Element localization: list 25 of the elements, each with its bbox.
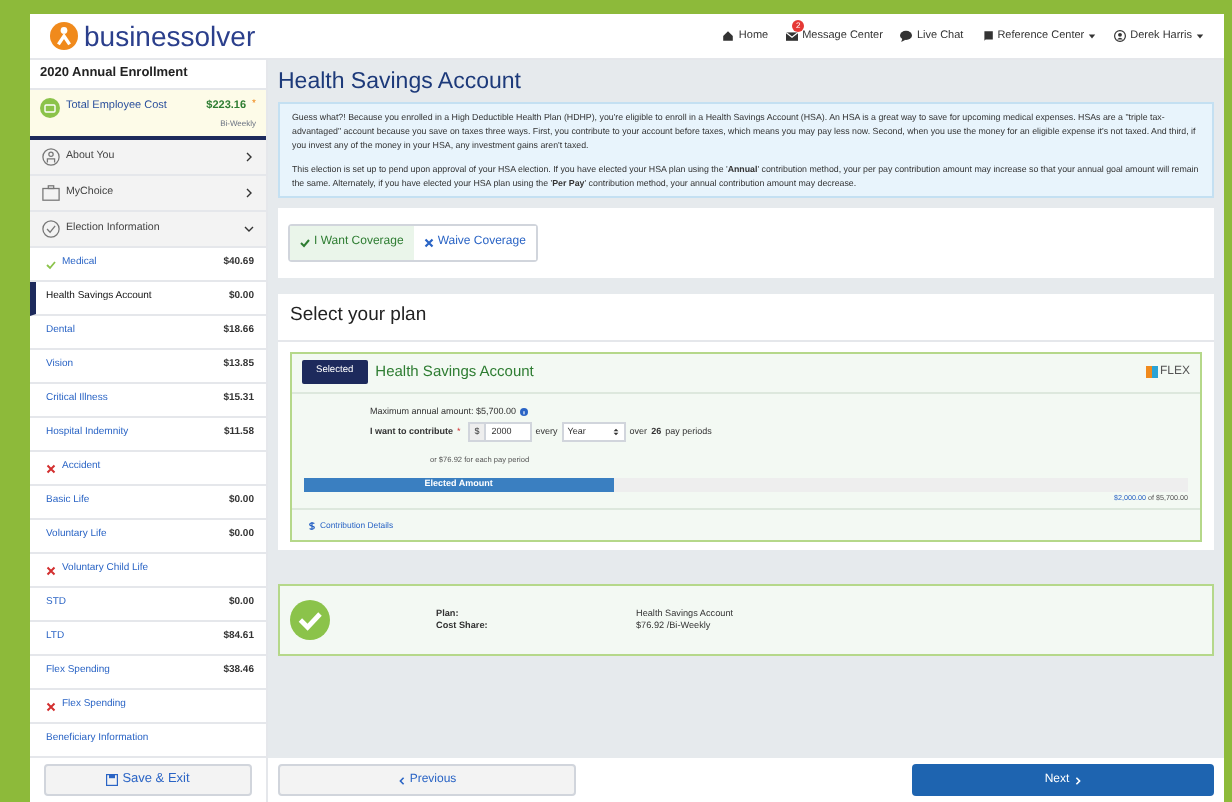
wallet-icon — [40, 97, 60, 117]
check-circle-icon — [290, 600, 330, 641]
chevron-left-icon — [397, 775, 406, 785]
flex-logo-icon — [1145, 366, 1158, 378]
x-icon — [46, 463, 56, 473]
sort-arrows-icon — [611, 428, 620, 437]
check-icon — [46, 259, 56, 269]
home-icon — [722, 30, 735, 42]
dollar-icon — [308, 519, 316, 532]
chevron-right-icon — [1073, 775, 1082, 785]
x-icon — [46, 701, 56, 711]
chat-bubble-icon — [900, 30, 913, 42]
envelope-icon — [786, 30, 799, 42]
check-circle-icon — [42, 220, 60, 238]
user-icon — [1114, 30, 1127, 42]
briefcase-icon — [42, 184, 60, 202]
info-icon — [520, 407, 529, 416]
x-icon — [46, 565, 56, 575]
section-title: Select your plan — [278, 293, 1214, 341]
person-icon — [42, 148, 60, 166]
page-title: Health Savings Account — [278, 68, 523, 98]
x-icon — [423, 237, 434, 247]
check-icon — [300, 237, 310, 247]
logo-text: businessolver — [84, 22, 256, 50]
logo-icon — [50, 22, 78, 50]
